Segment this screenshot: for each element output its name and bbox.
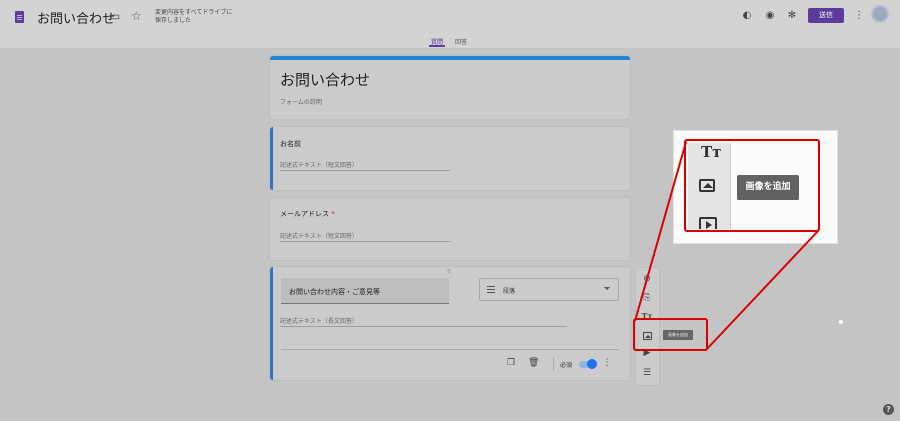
star-icon[interactable]: ☆	[131, 9, 142, 23]
app-header: お問い合わせ ▭ ☆ 変更内容をすべてドライブに 保存しました ◐ ◉ ✻ 送信…	[0, 0, 900, 48]
import-questions-icon[interactable]: ⎘	[641, 292, 653, 304]
question-title[interactable]: メールアドレス *	[280, 209, 335, 219]
more-vert-icon[interactable]: ⋮	[853, 10, 865, 22]
cursor-dot	[839, 320, 843, 324]
chevron-down-icon	[604, 287, 610, 290]
answer-hint: 記述式テキスト（短文回答）	[280, 162, 358, 169]
answer-hint: 記述式テキスト（短文回答）	[280, 233, 358, 240]
question-card-email[interactable]: メールアドレス * 記述式テキスト（短文回答）	[270, 198, 630, 260]
add-question-icon[interactable]: ⊕	[641, 273, 653, 285]
form-title-field[interactable]: お問い合わせ	[37, 8, 115, 27]
send-button[interactable]: 送信	[808, 8, 844, 23]
zoom-highlight-box	[684, 139, 820, 232]
more-vert-icon[interactable]: ⋮	[602, 358, 612, 369]
question-title: お問い合わせ内容・ご意見等	[289, 288, 380, 296]
question-title[interactable]: お名前	[280, 139, 301, 149]
save-status: 変更内容をすべてドライブに 保存しました	[155, 9, 233, 24]
palette-icon[interactable]: ◐	[741, 10, 753, 22]
active-question-accent	[270, 267, 273, 380]
required-toggle-knob[interactable]	[587, 359, 597, 369]
gear-icon[interactable]: ✻	[786, 10, 798, 22]
question-title-input[interactable]: お問い合わせ内容・ご意見等	[281, 278, 449, 304]
active-tab-indicator	[429, 45, 445, 47]
form-description[interactable]: フォームの説明	[280, 97, 322, 106]
footer-separator	[553, 357, 554, 371]
eye-icon[interactable]: ◉	[764, 10, 776, 22]
trash-icon[interactable]: 🗑︎	[528, 358, 539, 369]
duplicate-icon[interactable]: ❐	[506, 358, 516, 369]
folder-icon[interactable]: ▭	[109, 9, 120, 23]
connector-line-bottom	[705, 230, 819, 351]
help-icon[interactable]: ?	[883, 404, 894, 415]
question-footer-divider	[281, 349, 619, 350]
required-asterisk: *	[331, 210, 335, 218]
avatar[interactable]	[872, 6, 888, 22]
paragraph-icon	[487, 286, 495, 293]
question-type-label: 段落	[503, 288, 516, 295]
tab-responses[interactable]: 回答	[455, 37, 467, 46]
question-type-select[interactable]: 段落	[479, 278, 619, 301]
question-card-name[interactable]: お名前 記述式テキスト（短文回答）	[270, 127, 630, 190]
answer-underline	[280, 241, 450, 242]
answer-underline	[280, 170, 450, 171]
form-title-card[interactable]: お問い合わせ フォームの説明	[270, 56, 630, 119]
answer-underline	[280, 326, 567, 327]
forms-logo-icon[interactable]	[15, 11, 24, 23]
question-card-accent	[270, 127, 273, 190]
add-section-icon[interactable]: ☰	[641, 367, 653, 379]
highlight-box	[633, 318, 708, 351]
form-heading[interactable]: お問い合わせ	[280, 69, 370, 90]
title-card-accent	[270, 56, 630, 60]
drag-handle-icon[interactable]: ⠿	[447, 269, 452, 275]
required-label: 必須	[560, 362, 573, 369]
answer-hint: 記述式テキスト（長文回答）	[280, 318, 358, 325]
